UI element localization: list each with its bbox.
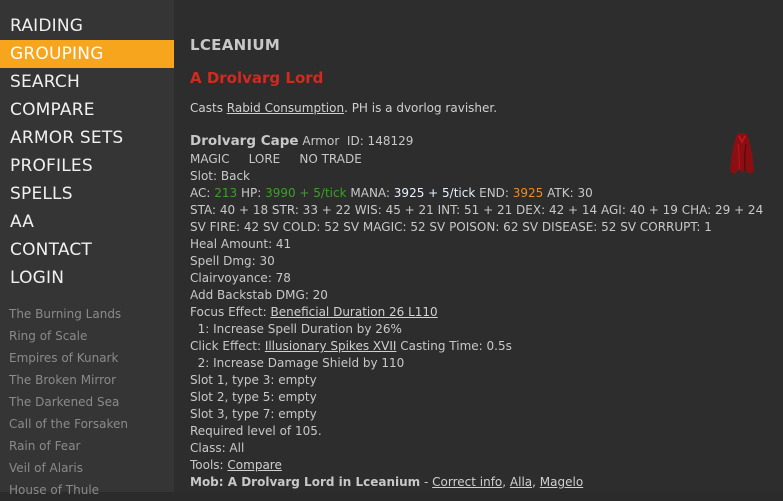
aug-slot-2: Slot 2, type 5: empty [190, 390, 317, 404]
required-level: Required level of 105. [190, 424, 322, 438]
expansion-link[interactable]: The Burning Lands [0, 303, 174, 325]
aug-slot-1: Slot 1, type 3: empty [190, 373, 317, 387]
item-type: Armor [302, 134, 340, 148]
compare-link[interactable]: Compare [227, 458, 281, 472]
tools-label: Tools: [190, 458, 228, 472]
hp-label: HP: [237, 186, 266, 200]
nav-item-grouping[interactable]: GROUPING [0, 40, 174, 68]
expansion-link[interactable]: The Broken Mirror [0, 369, 174, 391]
sidebar: RAIDING GROUPING SEARCH COMPARE ARMOR SE… [0, 0, 174, 497]
expansion-link[interactable]: Call of the Forsaken [0, 413, 174, 435]
clairvoyance: Clairvoyance: 78 [190, 271, 291, 285]
focus-detail: 1: Increase Spell Duration by 26% [190, 322, 402, 336]
nav-item-armor-sets[interactable]: ARMOR SETS [0, 124, 174, 152]
hp-value: 3990 + 5/tick [265, 186, 347, 200]
expansion-link[interactable]: House of Thule [0, 479, 174, 501]
expansion-link[interactable]: Rain of Fear [0, 435, 174, 457]
magelo-link[interactable]: Magelo [540, 475, 583, 489]
mob-description: Casts Rabid Consumption. PH is a dvorlog… [190, 101, 497, 115]
item-details: Drolvarg Cape Armor ID: 148129 MAGIC LOR… [190, 132, 775, 491]
expansion-link[interactable]: Veil of Alaris [0, 457, 174, 479]
end-value: 3925 [512, 186, 544, 200]
expansion-link[interactable]: The Darkened Sea [0, 391, 174, 413]
casting-time: Casting Time: 0.5s [396, 339, 512, 353]
item-name: Drolvarg Cape [190, 133, 299, 149]
ac-value: 213 [214, 186, 238, 200]
click-label: Click Effect: [190, 339, 265, 353]
ac-label: AC: [190, 186, 215, 200]
end-label: END: [475, 186, 513, 200]
tools-row: Tools: Compare [190, 457, 775, 474]
spell-link[interactable]: Rabid Consumption [227, 101, 344, 115]
click-detail: 2: Increase Damage Shield by 110 [190, 356, 405, 370]
nav-item-aa[interactable]: AA [0, 208, 174, 236]
nav-item-raiding[interactable]: RAIDING [0, 12, 174, 40]
mana-regen: + 5/tick [424, 186, 476, 200]
item-main-stats: AC: 213 HP: 3990 + 5/tick MANA: 3925 + 5… [190, 185, 775, 202]
item-resists: SV FIRE: 42 SV COLD: 52 SV MAGIC: 52 SV … [190, 220, 712, 234]
backstab-damage: Add Backstab DMG: 20 [190, 288, 328, 302]
item-attributes: STA: 40 + 18 STR: 33 + 22 WIS: 45 + 21 I… [190, 203, 764, 217]
main-nav: RAIDING GROUPING SEARCH COMPARE ARMOR SE… [0, 0, 174, 292]
nav-item-login[interactable]: LOGIN [0, 264, 174, 292]
atk-value: ATK: 30 [543, 186, 593, 200]
mana-value: 3925 [393, 186, 425, 200]
expansion-link[interactable]: Ring of Scale [0, 325, 174, 347]
heal-amount: Heal Amount: 41 [190, 237, 292, 251]
nav-item-contact[interactable]: CONTACT [0, 236, 174, 264]
separator: , [502, 475, 510, 489]
mob-source-row: Mob: A Drolvarg Lord in Lceanium - Corre… [190, 474, 775, 491]
focus-label: Focus Effect: [190, 305, 271, 319]
focus-effect: Focus Effect: Beneficial Duration 26 L11… [190, 304, 775, 321]
click-effect: Click Effect: Illusionary Spikes XVII Ca… [190, 338, 775, 355]
mana-label: MANA: [346, 186, 394, 200]
mob-source-label: Mob: A Drolvarg Lord in Lceanium [190, 475, 421, 489]
expansion-list: The Burning Lands Ring of Scale Empires … [0, 303, 174, 501]
cape-icon [730, 133, 754, 174]
click-link[interactable]: Illusionary Spikes XVII [265, 339, 397, 353]
expansion-link[interactable]: Empires of Kunark [0, 347, 174, 369]
focus-link[interactable]: Beneficial Duration 26 L110 [270, 305, 437, 319]
alla-link[interactable]: Alla [510, 475, 532, 489]
separator: , [532, 475, 540, 489]
nav-item-profiles[interactable]: PROFILES [0, 152, 174, 180]
desc-suffix: . PH is a dvorlog ravisher. [344, 101, 498, 115]
main-content: LCEANIUM A Drolvarg Lord Casts Rabid Con… [174, 0, 783, 492]
item-flags: MAGIC LORE NO TRADE [190, 152, 362, 166]
item-id: ID: 148129 [346, 134, 414, 148]
item-header: Drolvarg Cape Armor ID: 148129 [190, 132, 775, 151]
nav-item-compare[interactable]: COMPARE [0, 96, 174, 124]
item-class: Class: All [190, 441, 245, 455]
mob-title: A Drolvarg Lord [190, 69, 324, 87]
correct-info-link[interactable]: Correct info [432, 475, 502, 489]
separator: - [420, 475, 433, 489]
nav-item-spells[interactable]: SPELLS [0, 180, 174, 208]
zone-title: LCEANIUM [190, 36, 281, 54]
nav-item-search[interactable]: SEARCH [0, 68, 174, 96]
item-slot: Slot: Back [190, 169, 250, 183]
spell-damage: Spell Dmg: 30 [190, 254, 275, 268]
aug-slot-3: Slot 3, type 7: empty [190, 407, 317, 421]
desc-prefix: Casts [190, 101, 227, 115]
